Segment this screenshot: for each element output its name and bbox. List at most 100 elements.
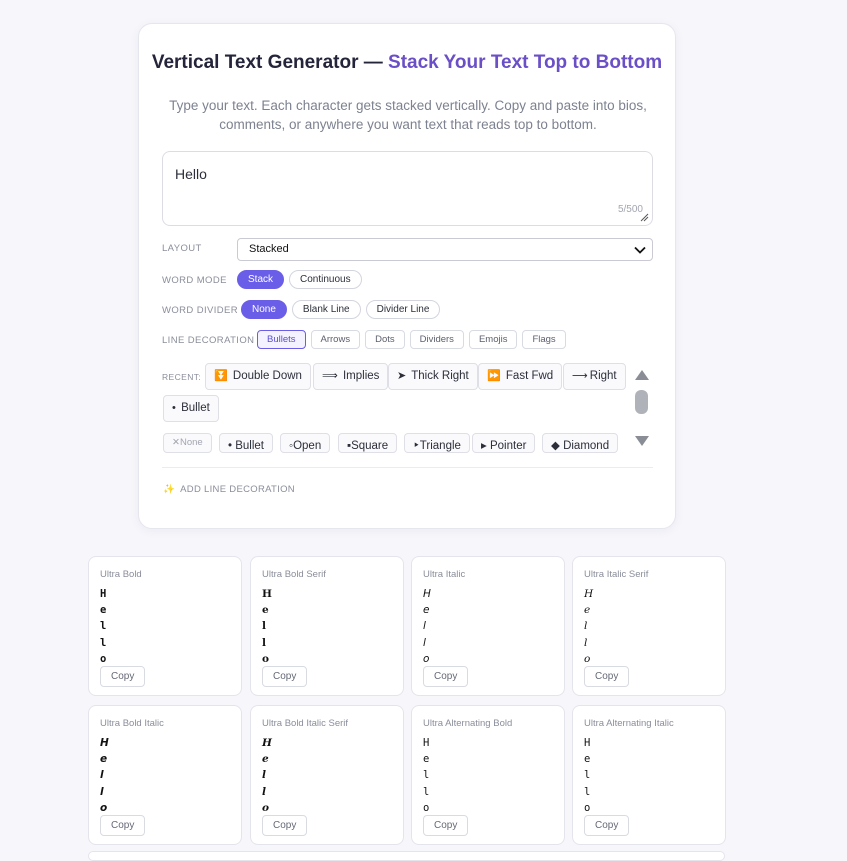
category-dots[interactable]: Dots	[365, 330, 405, 349]
copy-button[interactable]: Copy	[423, 666, 469, 687]
word-mode-options: Stack Continuous	[237, 270, 362, 289]
category-emojis[interactable]: Emojis	[468, 330, 518, 349]
word-mode-label: WORD MODE	[162, 275, 227, 286]
result-line: l	[584, 785, 591, 798]
text-input-value[interactable]: Hello	[175, 166, 207, 182]
result-line: e	[423, 604, 430, 617]
result-line: o	[423, 801, 430, 814]
add-line-decoration-button[interactable]: ✨ ADD LINE DECORATION	[163, 484, 295, 495]
page-title: Vertical Text Generator — Stack Your Tex…	[139, 52, 675, 74]
decoration-none[interactable]: ✕None	[163, 433, 212, 453]
recent-double-down[interactable]: ⏬ Double Down	[205, 363, 311, 390]
resize-handle-icon[interactable]	[640, 213, 649, 222]
result-style-name: Ultra Italic	[423, 569, 466, 580]
result-line: H	[423, 588, 431, 600]
copy-button[interactable]: Copy	[423, 815, 469, 836]
title-main: Vertical Text Generator —	[151, 52, 389, 73]
recent-item-label: Right	[589, 370, 617, 382]
result-text[interactable]: Hello	[100, 735, 109, 816]
result-line: e	[584, 604, 591, 617]
add-line-decoration-label: ADD LINE DECORATION	[180, 484, 295, 495]
none-icon: ✕	[172, 437, 180, 448]
recent-implies[interactable]: ⟹ Implies	[313, 363, 389, 390]
bullet-icon: •	[228, 440, 233, 452]
scroll-up-icon[interactable]	[634, 369, 650, 381]
decoration-bullet[interactable]: • Bullet	[219, 433, 274, 453]
word-divider-blank-line[interactable]: Blank Line	[291, 300, 361, 319]
result-style-name: Ultra Italic Serif	[584, 569, 649, 580]
copy-button[interactable]: Copy	[584, 666, 630, 687]
double-down-icon: ⏬	[214, 370, 228, 382]
diamond-icon: ◆	[551, 440, 560, 452]
result-text[interactable]: Hello	[584, 586, 593, 667]
result-text[interactable]: Hello	[100, 586, 106, 667]
recent-thick-right[interactable]: ➤ Thick Right	[388, 363, 478, 390]
result-card-ultra-bold-italic: Ultra Bold Italic Hello Copy	[88, 705, 242, 845]
sparkle-icon: ✨	[163, 484, 176, 495]
result-style-name: Ultra Alternating Italic	[584, 718, 674, 729]
result-line: o	[423, 652, 430, 665]
word-divider-label: WORD DIVIDER	[162, 305, 239, 316]
result-text[interactable]: Hello	[584, 735, 590, 816]
chevron-down-icon	[634, 246, 646, 254]
result-line: l	[584, 636, 588, 649]
result-line: H	[100, 737, 109, 749]
scroll-down-icon[interactable]	[634, 435, 650, 447]
result-line: l	[100, 636, 107, 649]
text-input[interactable]: Hello 5/500	[162, 151, 653, 226]
decoration-label: Square	[351, 440, 389, 452]
result-text[interactable]: Hello	[262, 735, 272, 816]
layout-select[interactable]: Stacked	[237, 238, 653, 261]
pointer-icon: ▸	[481, 440, 487, 452]
recent-right[interactable]: ⟶ Right	[563, 363, 626, 390]
result-line: l	[262, 785, 266, 798]
recent-bullet[interactable]: • Bullet	[163, 395, 219, 422]
result-line: l	[100, 785, 104, 798]
page-subtitle: Type your text. Each character gets stac…	[169, 98, 647, 132]
decoration-triangle[interactable]: ‣Triangle	[404, 433, 470, 453]
fast-forward-icon: ⏩	[487, 370, 501, 382]
result-style-name: Ultra Alternating Bold	[423, 718, 513, 729]
bullet-icon: •	[172, 402, 176, 414]
copy-button[interactable]: Copy	[262, 815, 308, 836]
word-divider-none[interactable]: None	[241, 300, 287, 319]
result-line: H	[262, 737, 272, 749]
result-style-name: Ultra Bold Italic	[100, 718, 164, 729]
decoration-open[interactable]: ◦Open	[280, 433, 331, 453]
recent-fast-fwd[interactable]: ⏩ Fast Fwd	[478, 363, 563, 390]
recent-item-label: Double Down	[232, 370, 302, 382]
decoration-label: Open	[293, 440, 322, 452]
word-mode-continuous[interactable]: Continuous	[289, 270, 362, 289]
result-line: l	[584, 769, 591, 782]
copy-button[interactable]: Copy	[100, 815, 146, 836]
scrollbar-thumb[interactable]	[635, 390, 648, 414]
recent-item-label: Thick Right	[411, 370, 469, 382]
category-dividers[interactable]: Dividers	[409, 330, 464, 349]
decoration-label: None	[179, 437, 203, 448]
layout-label: LAYOUT	[162, 243, 202, 254]
word-divider-divider-line[interactable]: Divider Line	[365, 300, 441, 319]
result-line: o	[100, 801, 108, 814]
recent-item-label: Fast Fwd	[505, 370, 554, 382]
result-line: H	[423, 737, 430, 749]
category-bullets[interactable]: Bullets	[257, 330, 306, 349]
category-arrows[interactable]: Arrows	[310, 330, 361, 349]
result-line: e	[100, 753, 108, 766]
result-text[interactable]: Hello	[262, 586, 272, 667]
result-text[interactable]: Hello	[423, 735, 429, 816]
result-line: l	[423, 785, 430, 798]
copy-button[interactable]: Copy	[100, 666, 146, 687]
copy-button[interactable]: Copy	[262, 666, 308, 687]
decoration-square[interactable]: ▪Square	[338, 433, 398, 453]
result-text[interactable]: Hello	[423, 586, 431, 667]
decoration-label: Pointer	[489, 440, 527, 452]
copy-button[interactable]: Copy	[584, 815, 630, 836]
result-card-ultra-alternating-bold: Ultra Alternating Bold Hello Copy	[411, 705, 565, 845]
category-flags[interactable]: Flags	[522, 330, 566, 349]
word-mode-stack[interactable]: Stack	[237, 270, 285, 289]
decoration-pointer[interactable]: ▸ Pointer	[472, 433, 536, 453]
decoration-diamond[interactable]: ◆ Diamond	[542, 433, 619, 453]
recent-item-label: Bullet	[181, 402, 210, 414]
result-line: l	[423, 769, 430, 782]
decoration-label: Diamond	[563, 440, 610, 452]
